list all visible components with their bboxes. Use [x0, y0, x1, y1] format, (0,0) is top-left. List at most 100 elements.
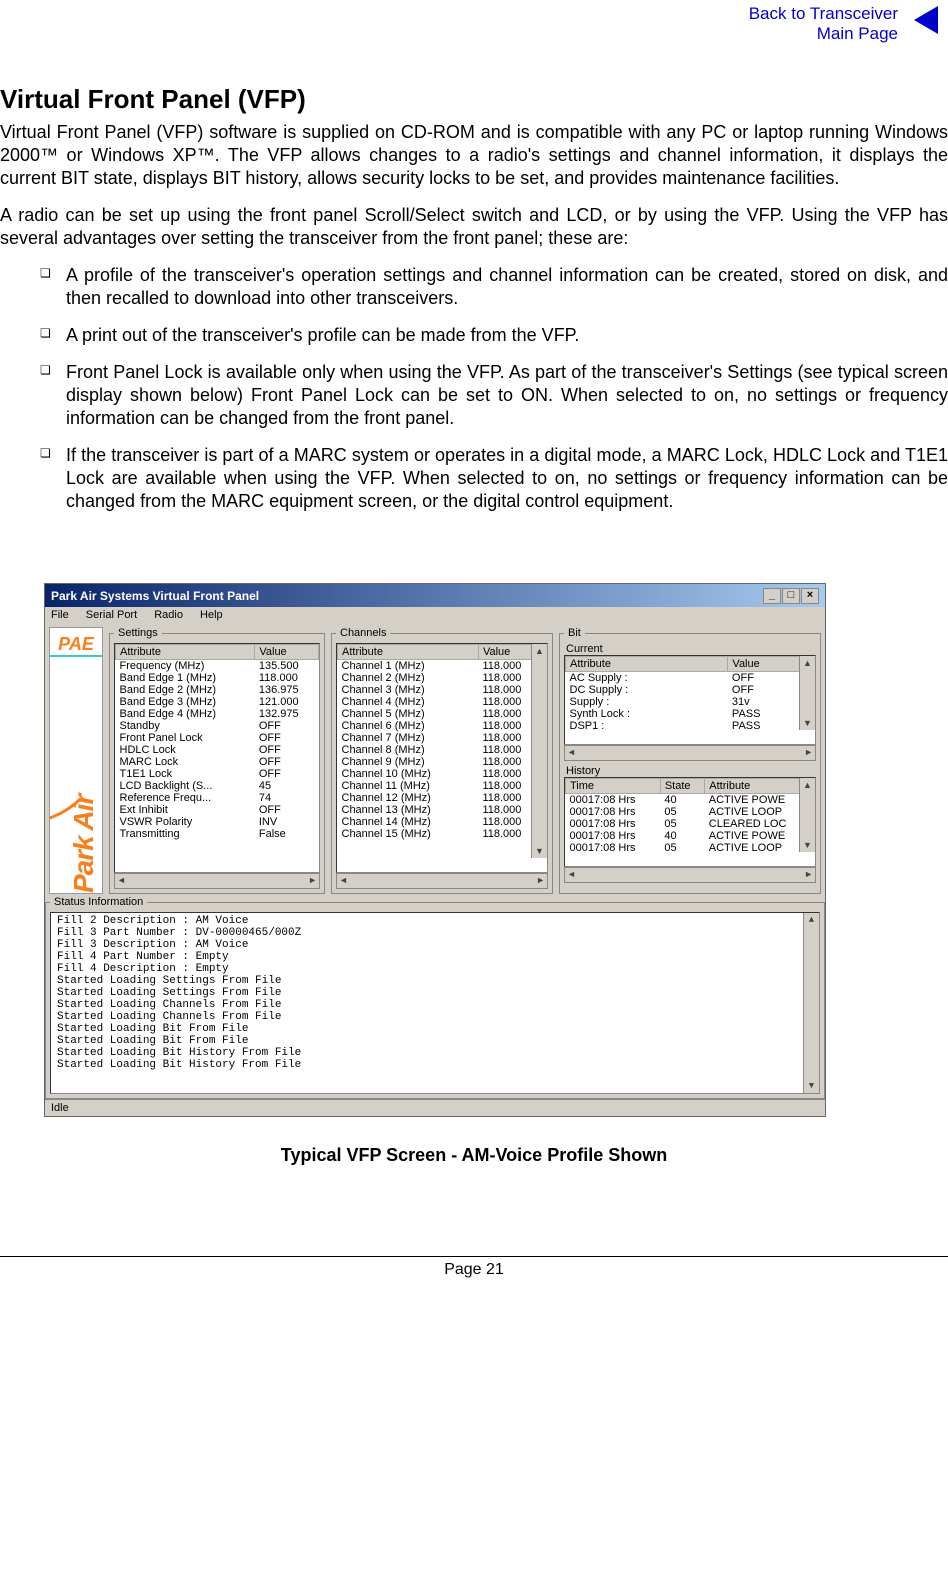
table-row[interactable]: HDLC LockOFF — [116, 744, 319, 756]
table-row[interactable]: 00017:08 Hrs05CLEARED LOC — [566, 818, 815, 830]
table-row[interactable]: Channel 5 (MHz)118.000 — [338, 708, 547, 720]
channels-listbox[interactable]: AttributeValue Channel 1 (MHz)118.000Cha… — [336, 643, 548, 873]
scroll-right-icon[interactable]: ► — [804, 746, 813, 760]
col-state[interactable]: State — [660, 779, 704, 794]
scroll-down-icon[interactable]: ▼ — [803, 718, 812, 728]
v-scrollbar[interactable]: ▲▼ — [803, 913, 819, 1093]
table-row[interactable]: Channel 2 (MHz)118.000 — [338, 672, 547, 684]
status-group: Status Information Fill 2 Description : … — [45, 896, 825, 1099]
cell: 40 — [660, 794, 704, 807]
h-scrollbar[interactable]: ◄► — [564, 745, 816, 761]
col-val[interactable]: Value — [255, 645, 319, 660]
current-listbox[interactable]: AttributeValue AC Supply :OFFDC Supply :… — [564, 655, 816, 745]
table-row[interactable]: Channel 14 (MHz)118.000 — [338, 816, 547, 828]
v-scrollbar[interactable]: ▲▼ — [799, 656, 815, 730]
table-row[interactable]: Front Panel LockOFF — [116, 732, 319, 744]
table-row[interactable]: Channel 7 (MHz)118.000 — [338, 732, 547, 744]
menu-help[interactable]: Help — [200, 609, 223, 621]
table-row[interactable]: 00017:08 Hrs05ACTIVE LOOP — [566, 806, 815, 818]
status-textbox[interactable]: Fill 2 Description : AM VoiceFill 3 Part… — [50, 912, 820, 1094]
status-line: Started Loading Bit History From File — [57, 1047, 813, 1059]
scroll-left-icon[interactable]: ◄ — [339, 874, 348, 888]
table-row[interactable]: DSP1 :PASS — [566, 720, 815, 732]
intro-para-2: A radio can be set up using the front pa… — [0, 204, 948, 250]
table-row[interactable]: Ext InhibitOFF — [116, 804, 319, 816]
col-attr[interactable]: Attribute — [566, 657, 728, 672]
menu-file[interactable]: File — [51, 609, 69, 621]
scroll-down-icon[interactable]: ▼ — [803, 840, 812, 850]
table-row[interactable]: Synth Lock :PASS — [566, 708, 815, 720]
table-row[interactable]: TransmittingFalse — [116, 828, 319, 840]
list-item: A print out of the transceiver's profile… — [40, 324, 948, 347]
scroll-up-icon[interactable]: ▲ — [803, 780, 812, 790]
h-scrollbar[interactable]: ◄► — [564, 867, 816, 883]
table-row[interactable]: Channel 1 (MHz)118.000 — [338, 660, 547, 673]
close-icon[interactable]: × — [801, 588, 819, 604]
scroll-left-icon[interactable]: ◄ — [567, 868, 576, 882]
table-row[interactable]: T1E1 LockOFF — [116, 768, 319, 780]
scroll-right-icon[interactable]: ► — [308, 874, 317, 888]
table-row[interactable]: Channel 10 (MHz)118.000 — [338, 768, 547, 780]
table-row[interactable]: 00017:08 Hrs40ACTIVE POWE — [566, 794, 815, 807]
cell: DC Supply : — [566, 684, 728, 696]
table-row[interactable]: Band Edge 4 (MHz)132.975 — [116, 708, 319, 720]
v-scrollbar[interactable]: ▲▼ — [531, 644, 547, 858]
scroll-up-icon[interactable]: ▲ — [803, 658, 812, 668]
table-row[interactable]: LCD Backlight (S...45 — [116, 780, 319, 792]
scroll-down-icon[interactable]: ▼ — [535, 846, 544, 856]
cell: OFF — [255, 732, 319, 744]
settings-listbox[interactable]: AttributeValue Frequency (MHz)135.500Ban… — [114, 643, 320, 873]
v-scrollbar[interactable]: ▲▼ — [799, 778, 815, 852]
scroll-up-icon[interactable]: ▲ — [535, 646, 544, 656]
table-row[interactable]: Reference Frequ...74 — [116, 792, 319, 804]
col-attr[interactable]: Attribute — [338, 645, 479, 660]
scroll-down-icon[interactable]: ▼ — [809, 1081, 814, 1091]
cell: 05 — [660, 842, 704, 854]
logo-short: PAE — [50, 634, 102, 657]
cell: Channel 9 (MHz) — [338, 756, 479, 768]
table-row[interactable]: Band Edge 3 (MHz)121.000 — [116, 696, 319, 708]
table-row[interactable]: Channel 11 (MHz)118.000 — [338, 780, 547, 792]
table-row[interactable]: Channel 4 (MHz)118.000 — [338, 696, 547, 708]
col-time[interactable]: Time — [566, 779, 661, 794]
maximize-icon[interactable]: □ — [782, 588, 800, 604]
settings-group: Settings AttributeValue Frequency (MHz)1… — [109, 627, 325, 894]
table-row[interactable]: Channel 9 (MHz)118.000 — [338, 756, 547, 768]
h-scrollbar[interactable]: ◄► — [114, 873, 320, 889]
menu-serial-port[interactable]: Serial Port — [86, 609, 137, 621]
scroll-right-icon[interactable]: ► — [804, 868, 813, 882]
cell: MARC Lock — [116, 756, 255, 768]
table-row[interactable]: Channel 13 (MHz)118.000 — [338, 804, 547, 816]
back-link[interactable]: Back to Transceiver Main Page — [0, 0, 948, 54]
table-row[interactable]: Frequency (MHz)135.500 — [116, 660, 319, 673]
back-arrow-icon — [914, 6, 938, 34]
list-item: A profile of the transceiver's operation… — [40, 264, 948, 310]
table-row[interactable]: Band Edge 2 (MHz)136.975 — [116, 684, 319, 696]
minimize-icon[interactable]: _ — [763, 588, 781, 604]
h-scrollbar[interactable]: ◄► — [336, 873, 548, 889]
status-line: Started Loading Channels From File — [57, 1011, 813, 1023]
vfp-window: Park Air Systems Virtual Front Panel _□×… — [44, 583, 826, 1117]
table-row[interactable]: Channel 12 (MHz)118.000 — [338, 792, 547, 804]
table-row[interactable]: VSWR PolarityINV — [116, 816, 319, 828]
scroll-left-icon[interactable]: ◄ — [567, 746, 576, 760]
table-row[interactable]: Channel 8 (MHz)118.000 — [338, 744, 547, 756]
scroll-up-icon[interactable]: ▲ — [809, 915, 814, 925]
table-row[interactable]: DC Supply :OFF — [566, 684, 815, 696]
menu-radio[interactable]: Radio — [154, 609, 183, 621]
col-attr[interactable]: Attribute — [116, 645, 255, 660]
table-row[interactable]: AC Supply :OFF — [566, 672, 815, 685]
table-row[interactable]: Channel 3 (MHz)118.000 — [338, 684, 547, 696]
table-row[interactable]: MARC LockOFF — [116, 756, 319, 768]
scroll-left-icon[interactable]: ◄ — [117, 874, 126, 888]
table-row[interactable]: Supply :31v — [566, 696, 815, 708]
table-row[interactable]: Band Edge 1 (MHz)118.000 — [116, 672, 319, 684]
scroll-right-icon[interactable]: ► — [536, 874, 545, 888]
table-row[interactable]: Channel 6 (MHz)118.000 — [338, 720, 547, 732]
table-row[interactable]: 00017:08 Hrs05ACTIVE LOOP — [566, 842, 815, 854]
table-row[interactable]: 00017:08 Hrs40ACTIVE POWE — [566, 830, 815, 842]
history-listbox[interactable]: Time State Attribute 00017:08 Hrs40ACTIV… — [564, 777, 816, 867]
cell: Synth Lock : — [566, 708, 728, 720]
table-row[interactable]: StandbyOFF — [116, 720, 319, 732]
table-row[interactable]: Channel 15 (MHz)118.000 — [338, 828, 547, 840]
